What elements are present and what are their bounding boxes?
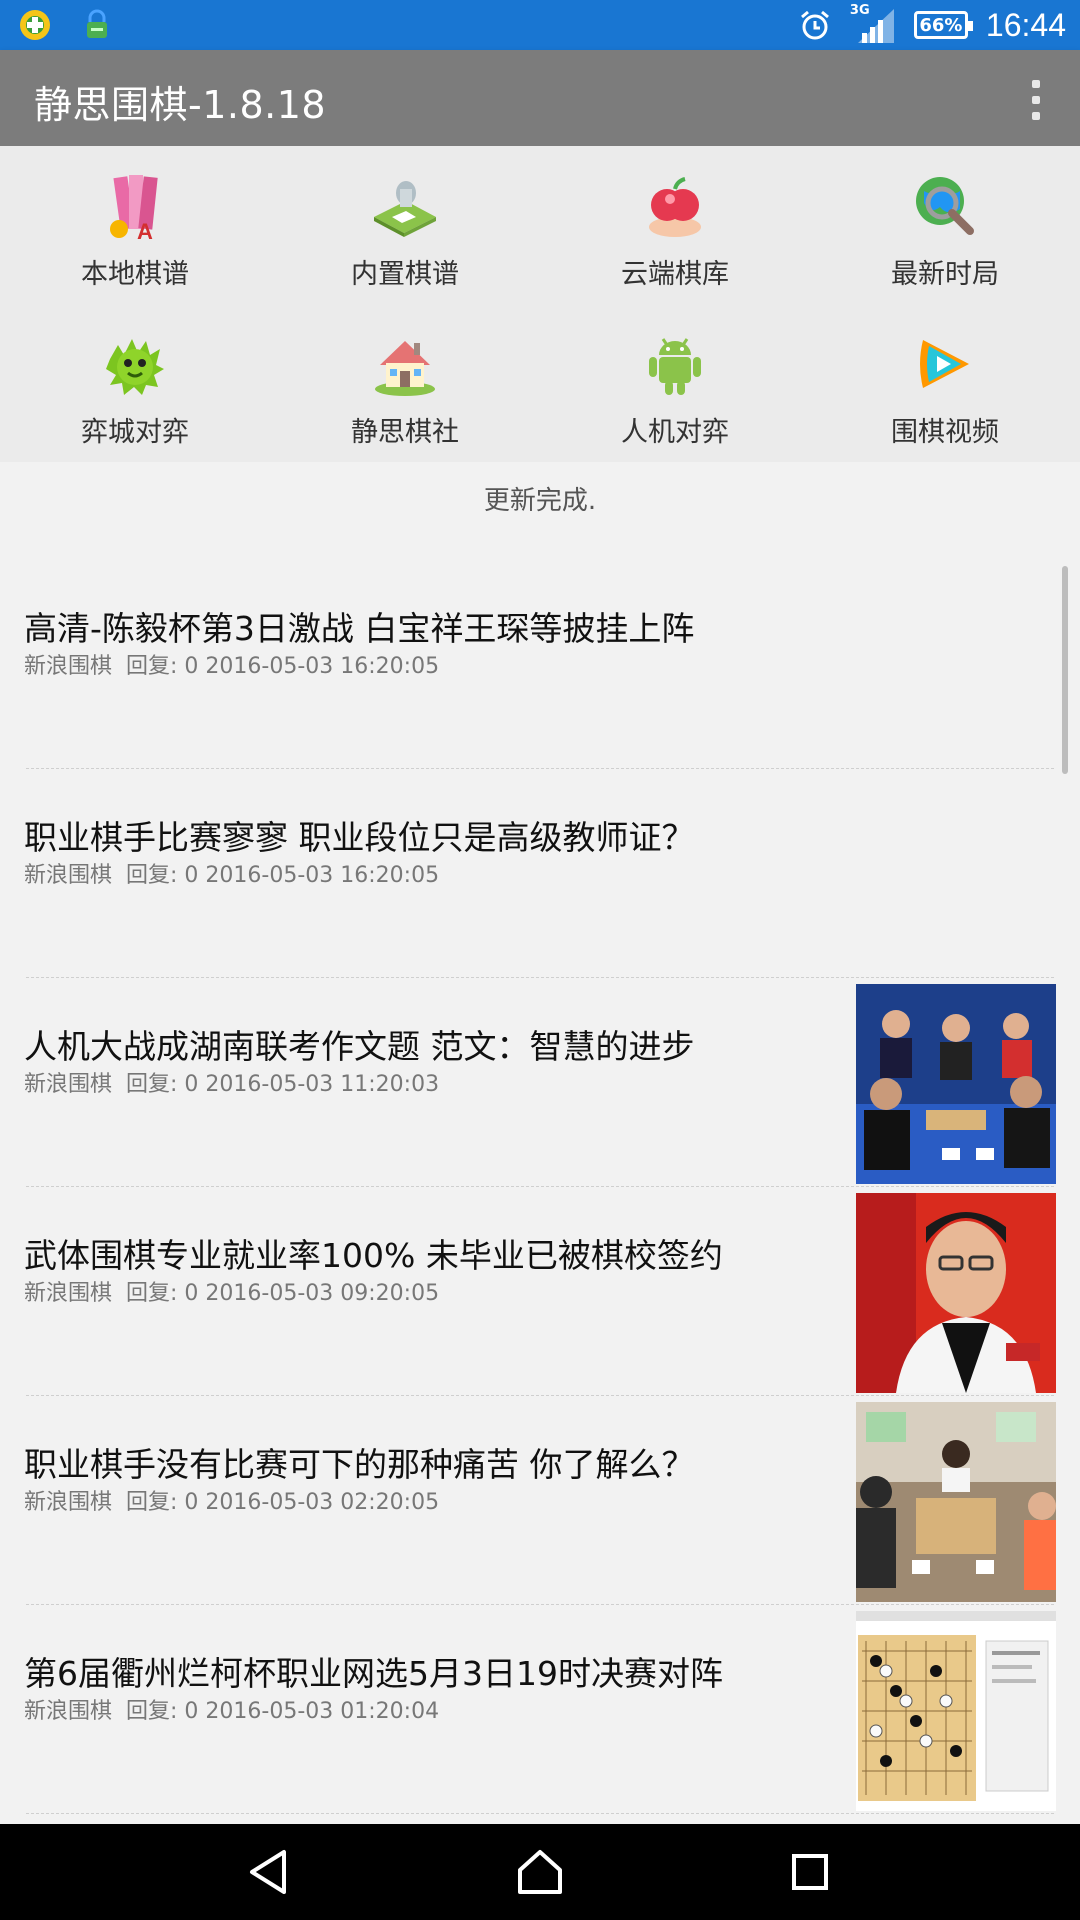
news-source: 新浪围棋 bbox=[24, 1281, 113, 1306]
feature-grid: A 本地棋谱 内置棋谱 云端棋库 最新时局 弈城对弈 静思棋社 人机对弈 围棋视… bbox=[0, 146, 1080, 462]
feature-builtin-records[interactable]: 内置棋谱 bbox=[270, 146, 540, 304]
news-meta: 新浪围棋 回复: 0 2016-05-03 11:20:03 bbox=[24, 1066, 439, 1098]
android-icon bbox=[639, 328, 711, 400]
feature-label: 围棋视频 bbox=[891, 417, 999, 448]
battery-level: 66% bbox=[919, 14, 963, 36]
back-icon[interactable] bbox=[244, 1846, 296, 1898]
feature-label: 人机对弈 bbox=[621, 417, 729, 448]
floppy-disk-icon bbox=[369, 170, 441, 242]
news-meta: 新浪围棋 回复: 0 2016-05-03 02:20:05 bbox=[24, 1484, 439, 1516]
update-status: 更新完成. bbox=[483, 486, 597, 516]
list-item[interactable]: 人机大战成湖南联考作文题 范文：智慧的进步 新浪围棋 回复: 0 2016-05-… bbox=[0, 978, 1080, 1187]
app-notification-icon bbox=[18, 8, 52, 42]
signal-icon: 3G bbox=[850, 3, 896, 45]
list-item[interactable]: 职业棋手比赛寥寥 职业段位只是高级教师证？ 新浪围棋 回复: 0 2016-05-… bbox=[0, 769, 1080, 978]
news-title: 第6届衢州烂柯杯职业网选5月3日19时决赛对阵 bbox=[24, 1654, 723, 1693]
globe-search-icon bbox=[909, 170, 981, 242]
news-source: 新浪围棋 bbox=[24, 654, 113, 679]
lock-notification-icon bbox=[80, 8, 114, 42]
feature-local-records[interactable]: A 本地棋谱 bbox=[0, 146, 270, 304]
news-meta: 新浪围棋 回复: 0 2016-05-03 16:20:05 bbox=[24, 648, 439, 680]
feature-label: 弈城对弈 bbox=[81, 417, 189, 448]
alarm-icon bbox=[798, 8, 832, 42]
news-meta: 新浪围棋 回复: 0 2016-05-03 01:20:04 bbox=[24, 1693, 439, 1725]
feature-club[interactable]: 静思棋社 bbox=[270, 304, 540, 462]
apple-icon bbox=[639, 170, 711, 242]
list-item[interactable]: 第6届衢州烂柯杯职业网选5月3日19时决赛对阵 新浪围棋 回复: 0 2016-0… bbox=[0, 1605, 1080, 1814]
svg-text:A: A bbox=[137, 219, 153, 241]
clock: 16:44 bbox=[985, 6, 1066, 43]
feature-cloud-library[interactable]: 云端棋库 bbox=[540, 146, 810, 304]
dragon-icon bbox=[99, 328, 171, 400]
news-reply-date: 回复: 0 2016-05-03 01:20:04 bbox=[126, 1699, 440, 1724]
divider bbox=[26, 1813, 1054, 1814]
feature-label: 本地棋谱 bbox=[81, 259, 189, 290]
news-title: 职业棋手比赛寥寥 职业段位只是高级教师证？ bbox=[24, 818, 695, 857]
news-title: 人机大战成湖南联考作文题 范文：智慧的进步 bbox=[24, 1027, 695, 1066]
feature-video[interactable]: 围棋视频 bbox=[810, 304, 1080, 462]
overflow-menu-icon[interactable] bbox=[1030, 80, 1042, 120]
feature-label: 云端棋库 bbox=[621, 259, 729, 290]
news-reply-date: 回复: 0 2016-05-03 11:20:03 bbox=[126, 1072, 440, 1097]
scrollbar[interactable] bbox=[1062, 566, 1068, 774]
news-thumbnail bbox=[856, 1611, 1056, 1811]
feature-label: 内置棋谱 bbox=[351, 259, 459, 290]
feature-label: 静思棋社 bbox=[351, 417, 459, 448]
news-meta: 新浪围棋 回复: 0 2016-05-03 09:20:05 bbox=[24, 1275, 439, 1307]
list-item[interactable]: 高清-陈毅杯第3日激战 白宝祥王琛等披挂上阵 新浪围棋 回复: 0 2016-05… bbox=[0, 560, 1080, 769]
news-thumbnail bbox=[856, 1193, 1056, 1393]
status-bar: 3G 66% 16:44 bbox=[0, 0, 1080, 50]
list-item[interactable]: 职业棋手没有比赛可下的那种痛苦 你了解么？ 新浪围棋 回复: 0 2016-05-… bbox=[0, 1396, 1080, 1605]
feature-latest-news[interactable]: 最新时局 bbox=[810, 146, 1080, 304]
app-title: 静思围棋-1.8.18 bbox=[34, 83, 327, 127]
home-icon[interactable] bbox=[514, 1846, 566, 1898]
navigation-bar bbox=[0, 1824, 1080, 1920]
news-title: 职业棋手没有比赛可下的那种痛苦 你了解么？ bbox=[24, 1445, 695, 1484]
news-reply-date: 回复: 0 2016-05-03 16:20:05 bbox=[126, 654, 440, 679]
news-list: 高清-陈毅杯第3日激战 白宝祥王琛等披挂上阵 新浪围棋 回复: 0 2016-05… bbox=[0, 560, 1080, 1814]
news-title: 武体围棋专业就业率100% 未毕业已被棋校签约 bbox=[24, 1236, 723, 1275]
feature-ai-play[interactable]: 人机对弈 bbox=[540, 304, 810, 462]
battery-icon: 66% bbox=[913, 11, 973, 39]
play-icon bbox=[909, 328, 981, 400]
recents-icon[interactable] bbox=[784, 1846, 836, 1898]
news-meta: 新浪围棋 回复: 0 2016-05-03 16:20:05 bbox=[24, 857, 439, 889]
news-reply-date: 回复: 0 2016-05-03 09:20:05 bbox=[126, 1281, 440, 1306]
news-source: 新浪围棋 bbox=[24, 1699, 113, 1724]
house-icon bbox=[369, 328, 441, 400]
news-thumbnail bbox=[856, 1402, 1056, 1602]
books-icon: A bbox=[99, 170, 171, 242]
news-thumbnail bbox=[856, 984, 1056, 1184]
news-source: 新浪围棋 bbox=[24, 863, 113, 888]
list-item[interactable]: 武体围棋专业就业率100% 未毕业已被棋校签约 新浪围棋 回复: 0 2016-0… bbox=[0, 1187, 1080, 1396]
feature-online-play[interactable]: 弈城对弈 bbox=[0, 304, 270, 462]
news-source: 新浪围棋 bbox=[24, 1490, 113, 1515]
news-title: 高清-陈毅杯第3日激战 白宝祥王琛等披挂上阵 bbox=[24, 609, 695, 648]
feature-label: 最新时局 bbox=[891, 259, 999, 290]
news-reply-date: 回复: 0 2016-05-03 02:20:05 bbox=[126, 1490, 440, 1515]
app-bar: 静思围棋-1.8.18 bbox=[0, 50, 1080, 146]
news-source: 新浪围棋 bbox=[24, 1072, 113, 1097]
news-reply-date: 回复: 0 2016-05-03 16:20:05 bbox=[126, 863, 440, 888]
